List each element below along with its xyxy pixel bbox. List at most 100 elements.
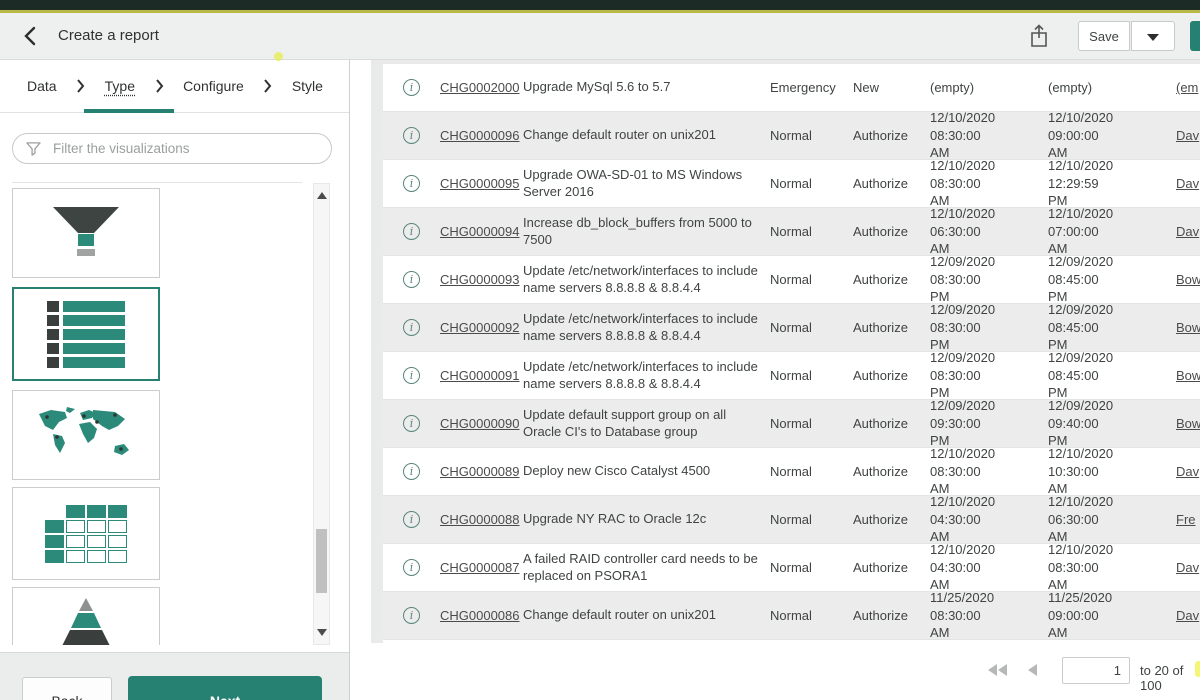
row-start-date: 12/09/2020 09:30:00 PM (930, 397, 1048, 450)
info-icon[interactable]: i (403, 367, 420, 384)
row-info-cell: i (383, 511, 440, 528)
row-end-date: 12/09/2020 09:40:00 PM (1048, 397, 1176, 450)
row-number-link[interactable]: CHG0000095 (440, 176, 520, 191)
save-button[interactable]: Save (1078, 21, 1130, 51)
row-state: Authorize (853, 176, 930, 191)
scrollbar-thumb[interactable] (316, 529, 327, 593)
next-button[interactable]: Next (128, 676, 322, 700)
first-page-button[interactable] (988, 664, 1007, 676)
info-icon[interactable]: i (403, 415, 420, 432)
click-highlight (274, 52, 283, 61)
info-icon[interactable]: i (403, 319, 420, 336)
row-assignee-link[interactable]: Bow (1176, 272, 1200, 287)
row-assignee-link[interactable]: Bow (1176, 320, 1200, 335)
row-priority: Normal (770, 224, 853, 239)
info-icon[interactable]: i (403, 271, 420, 288)
viz-tile-pyramid[interactable] (12, 587, 160, 645)
viz-tile-funnel[interactable] (12, 188, 160, 278)
info-icon[interactable]: i (403, 463, 420, 480)
row-state: Authorize (853, 368, 930, 383)
row-number-link[interactable]: CHG0000094 (440, 224, 520, 239)
row-description: Update default support group on all Orac… (523, 407, 770, 441)
info-icon[interactable]: i (403, 607, 420, 624)
row-assignee-link[interactable]: Bow (1176, 416, 1200, 431)
row-state: Authorize (853, 512, 930, 527)
row-start-date: 12/10/2020 06:30:00 AM (930, 205, 1048, 258)
row-info-cell: i (383, 271, 440, 288)
row-number-link[interactable]: CHG0000093 (440, 272, 520, 287)
row-description: Upgrade NY RAC to Oracle 12c (523, 511, 770, 528)
row-number-link[interactable]: CHG0000092 (440, 320, 520, 335)
row-description: Change default router on unix201 (523, 127, 770, 144)
info-icon[interactable]: i (403, 175, 420, 192)
tab-configure[interactable]: Configure (183, 78, 244, 94)
row-assignee-link[interactable]: Dav (1176, 464, 1199, 479)
row-state: New (853, 80, 930, 95)
list-chart-icon (47, 301, 125, 368)
save-dropdown-button[interactable] (1131, 21, 1175, 51)
row-number-link[interactable]: CHG0000089 (440, 464, 520, 479)
info-icon[interactable]: i (403, 511, 420, 528)
row-state: Authorize (853, 416, 930, 431)
row-number-link[interactable]: CHG0000087 (440, 560, 520, 575)
row-state: Authorize (853, 464, 930, 479)
scroll-down-icon[interactable] (317, 629, 327, 636)
row-assignee-link[interactable]: Bow (1176, 368, 1200, 383)
scroll-up-icon[interactable] (317, 192, 327, 199)
row-start-date: 12/10/2020 04:30:00 AM (930, 541, 1048, 594)
row-number-link[interactable]: CHG0000091 (440, 368, 520, 383)
table-row[interactable]: i CHG0000089 Deploy new Cisco Catalyst 4… (383, 448, 1200, 496)
table-row[interactable]: i CHG0000094 Increase db_block_buffers f… (383, 208, 1200, 256)
run-button-partial[interactable] (1190, 21, 1200, 51)
filter-input[interactable] (51, 140, 331, 157)
row-assignee-link[interactable]: Dav (1176, 176, 1199, 191)
table-row[interactable]: i CHG0000090 Update default support grou… (383, 400, 1200, 448)
table-row[interactable]: i CHG0000095 Upgrade OWA-SD-01 to MS Win… (383, 160, 1200, 208)
row-assignee-link[interactable]: Dav (1176, 560, 1199, 575)
table-row[interactable]: i CHG0000086 Change default router on un… (383, 592, 1200, 640)
panel-scrollbar[interactable] (313, 183, 330, 645)
change-table: i CHG0002000 Upgrade MySql 5.6 to 5.7 Em… (383, 64, 1200, 640)
share-button[interactable] (1027, 24, 1051, 50)
visualization-filter (12, 133, 332, 164)
back-button[interactable]: Back (22, 677, 112, 700)
viz-tile-table[interactable] (12, 487, 160, 580)
row-state: Authorize (853, 560, 930, 575)
tab-data[interactable]: Data (27, 78, 57, 94)
info-icon[interactable]: i (403, 223, 420, 240)
back-chevron-button[interactable] (18, 25, 42, 49)
table-row[interactable]: i CHG0000092 Update /etc/network/interfa… (383, 304, 1200, 352)
row-number-link[interactable]: CHG0000086 (440, 608, 520, 623)
tab-style[interactable]: Style (292, 78, 323, 94)
page-number-input[interactable] (1062, 657, 1130, 684)
row-number-link[interactable]: CHG0000090 (440, 416, 520, 431)
row-description: Increase db_block_buffers from 5000 to 7… (523, 215, 770, 249)
row-end-date: 11/25/2020 09:00:00 AM (1048, 589, 1176, 642)
viz-tile-list[interactable] (12, 287, 160, 381)
row-assignee-link[interactable]: Dav (1176, 224, 1199, 239)
info-icon[interactable]: i (403, 79, 420, 96)
table-row[interactable]: i CHG0000091 Update /etc/network/interfa… (383, 352, 1200, 400)
info-icon[interactable]: i (403, 127, 420, 144)
viz-tile-map[interactable] (12, 390, 160, 480)
row-number-link[interactable]: CHG0002000 (440, 80, 520, 95)
breadcrumb-chevron-icon (76, 79, 85, 93)
info-icon[interactable]: i (403, 559, 420, 576)
table-row[interactable]: i CHG0000087 A failed RAID controller ca… (383, 544, 1200, 592)
table-row[interactable]: i CHG0000093 Update /etc/network/interfa… (383, 256, 1200, 304)
row-number-link[interactable]: CHG0000096 (440, 128, 520, 143)
row-end-date: (empty) (1048, 79, 1176, 97)
table-row[interactable]: i CHG0000088 Upgrade NY RAC to Oracle 12… (383, 496, 1200, 544)
row-assignee-link[interactable]: Dav (1176, 128, 1199, 143)
row-assignee-link[interactable]: Fre (1176, 512, 1196, 527)
row-end-date: 12/09/2020 08:45:00 PM (1048, 349, 1176, 402)
row-priority: Normal (770, 320, 853, 335)
row-number-link[interactable]: CHG0000088 (440, 512, 520, 527)
filter-funnel-icon (26, 141, 41, 156)
row-assignee-link[interactable]: (em (1176, 80, 1198, 95)
table-row[interactable]: i CHG0000096 Change default router on un… (383, 112, 1200, 160)
table-row[interactable]: i CHG0002000 Upgrade MySql 5.6 to 5.7 Em… (383, 64, 1200, 112)
tab-type[interactable]: Type (105, 78, 135, 94)
row-assignee-link[interactable]: Dav (1176, 608, 1199, 623)
previous-page-button[interactable] (1028, 664, 1037, 676)
